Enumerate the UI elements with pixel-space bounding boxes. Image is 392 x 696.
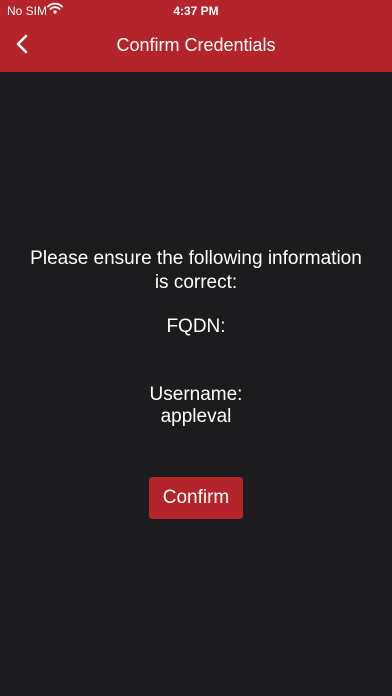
confirm-credentials-panel: Please ensure the following information … — [0, 72, 392, 696]
username-value: appleval — [160, 406, 232, 427]
confirmation-prompt: Please ensure the following information … — [30, 248, 362, 293]
username-label: Username: — [149, 384, 243, 405]
status-time: 4:37 PM — [173, 4, 219, 18]
page-title: Confirm Credentials — [116, 35, 276, 55]
header: No SIM 4:37 PM Confirm Credentials — [0, 0, 392, 72]
confirm-button[interactable]: Confirm — [149, 477, 243, 519]
nav-bar: Confirm Credentials — [0, 22, 392, 70]
fqdn-value — [0, 334, 392, 344]
status-bar: No SIM 4:37 PM — [0, 0, 392, 22]
